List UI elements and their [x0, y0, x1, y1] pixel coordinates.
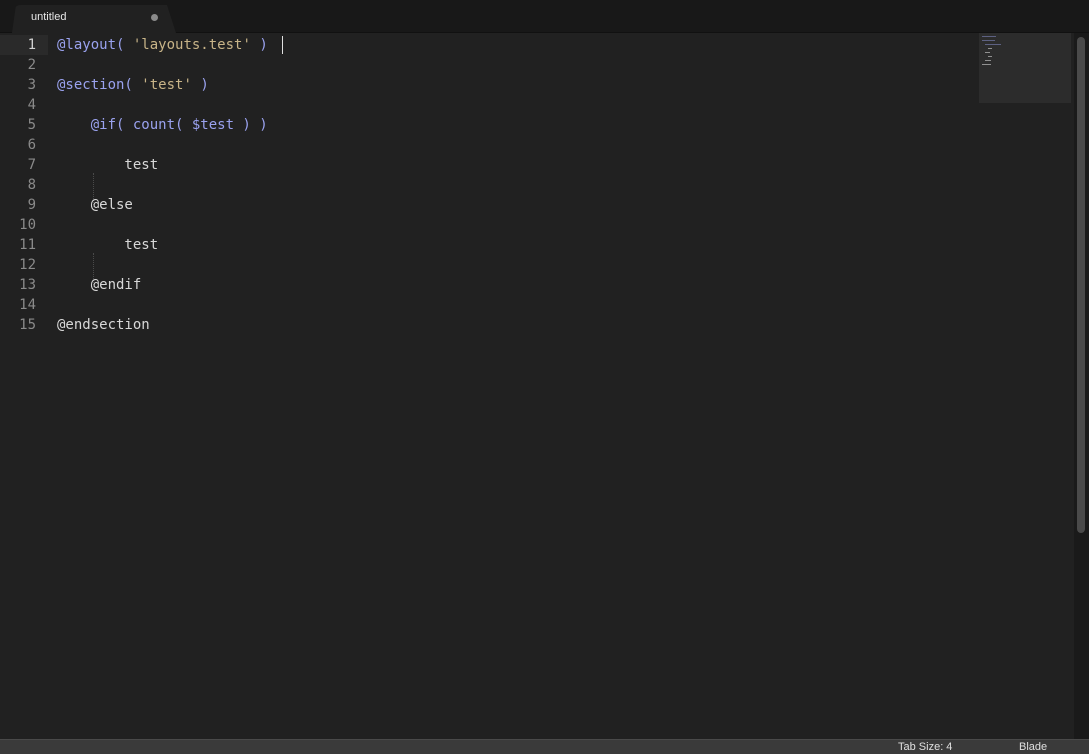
code-token: @else [57, 197, 133, 213]
status-bar: Tab Size: 4 Blade [0, 739, 1089, 754]
text-caret [282, 36, 283, 54]
code-line[interactable]: test [57, 235, 158, 255]
line-number: 9 [27, 197, 36, 213]
code-token: @endsection [57, 317, 150, 333]
syntax-indicator[interactable]: Blade [1019, 741, 1047, 753]
line-number: 2 [27, 57, 36, 73]
line-number: 14 [19, 297, 36, 313]
minimap-line [982, 40, 995, 41]
code-token: ) [200, 77, 209, 93]
code-line[interactable]: @endsection [57, 315, 150, 335]
code-line[interactable]: @endif [57, 275, 142, 295]
line-number: 4 [27, 97, 36, 113]
code-token: @endif [57, 277, 142, 293]
editor-window: untitled 1 2 3 4 5 6 7 8 9 10 11 12 13 14 15 @layout( … [0, 0, 1089, 754]
minimap-line [982, 64, 991, 65]
line-number: 6 [27, 137, 36, 153]
code-line[interactable]: test [57, 155, 158, 175]
tab-untitled[interactable]: untitled [12, 5, 176, 33]
line-number: 13 [19, 277, 36, 293]
code-token: ) [259, 37, 268, 53]
code-token: test [57, 237, 159, 253]
line-number: 8 [27, 177, 36, 193]
code-line[interactable]: @if( count( $test ) ) [57, 115, 268, 135]
minimap-line [988, 56, 992, 57]
code-area[interactable]: @layout( 'layouts.test' ) @section( 'test… [57, 33, 957, 739]
vertical-scrollbar[interactable] [1074, 33, 1089, 739]
code-line[interactable]: @else [57, 195, 133, 215]
minimap-line [985, 60, 991, 61]
line-number: 5 [27, 117, 36, 133]
minimap[interactable] [979, 33, 1071, 103]
code-token: test [57, 157, 159, 173]
code-token: @layout( [57, 37, 125, 53]
scrollbar-thumb[interactable] [1077, 37, 1085, 533]
minimap-line [985, 52, 990, 53]
line-number: 10 [19, 217, 36, 233]
code-token: @if( count( $test ) ) [90, 117, 268, 133]
line-number: 1 [27, 37, 36, 53]
line-number: 12 [19, 257, 36, 273]
line-number: 15 [19, 317, 36, 333]
code-token: @section( [57, 77, 133, 93]
line-number: 3 [27, 77, 36, 93]
code-token: 'test' [141, 77, 192, 93]
code-line[interactable]: @section( 'test' ) [57, 75, 209, 95]
minimap-line [985, 44, 1001, 45]
code-line[interactable]: @layout( 'layouts.test' ) [57, 35, 268, 55]
line-number-gutter: 1 2 3 4 5 6 7 8 9 10 11 12 13 14 15 [0, 33, 44, 739]
unsaved-dot-icon[interactable] [151, 14, 158, 21]
tab-size-indicator[interactable]: Tab Size: 4 [898, 741, 952, 753]
code-editor[interactable]: 1 2 3 4 5 6 7 8 9 10 11 12 13 14 15 @layout( 'layouts.… [0, 33, 1074, 739]
line-number: 7 [27, 157, 36, 173]
code-token: 'layouts.test' [132, 37, 251, 53]
tab-label: untitled [31, 11, 67, 23]
line-number: 11 [19, 237, 36, 253]
minimap-line [988, 48, 992, 49]
minimap-line [982, 36, 996, 37]
tab-bar: untitled [0, 0, 1089, 33]
